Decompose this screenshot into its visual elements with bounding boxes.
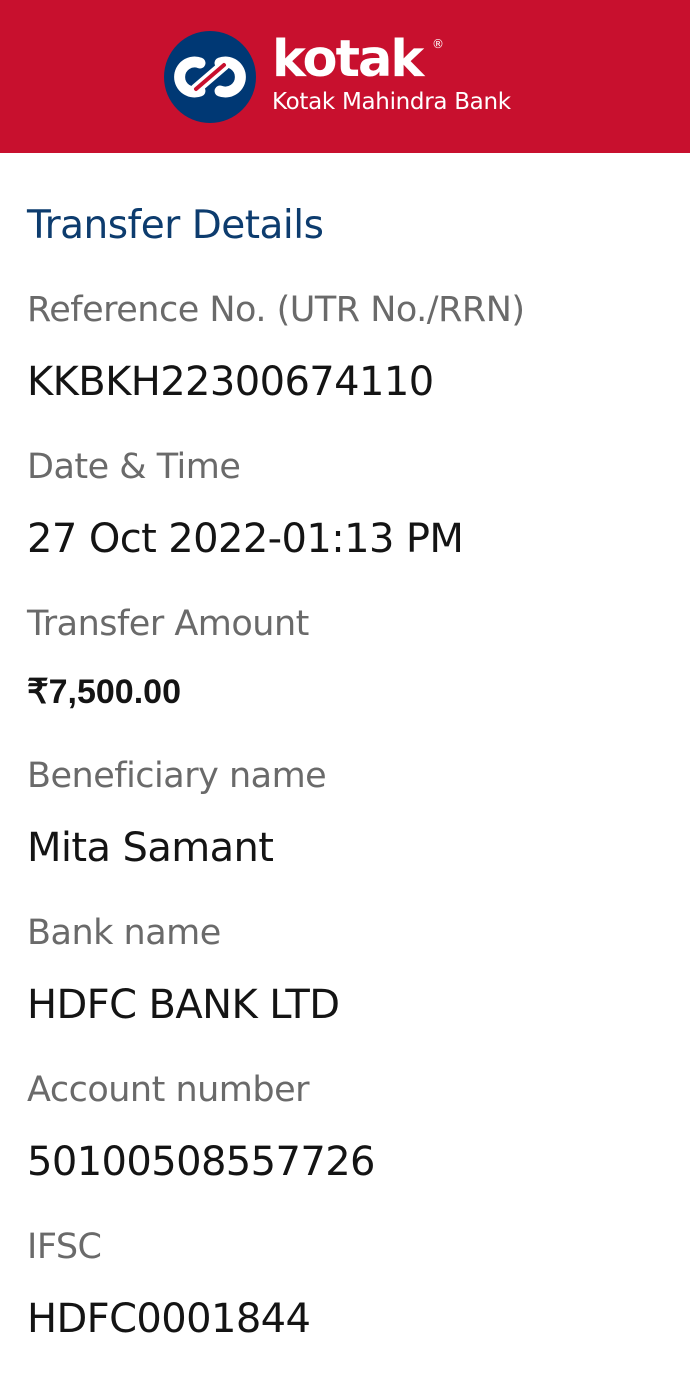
beneficiary-value: Mita Samant bbox=[27, 825, 274, 871]
datetime-value: 27 Oct 2022-01:13 PM bbox=[27, 516, 464, 562]
app-header: kotak ® Kotak Mahindra Bank bbox=[0, 0, 690, 153]
page-title: Transfer Details bbox=[27, 203, 324, 248]
reference-value: KKBKH22300674110 bbox=[27, 359, 434, 405]
ifsc-label: IFSC bbox=[27, 1227, 102, 1267]
brand-subtitle: Kotak Mahindra Bank bbox=[272, 89, 511, 115]
beneficiary-label: Beneficiary name bbox=[27, 756, 327, 796]
brand-name: kotak bbox=[272, 30, 424, 89]
bank-label: Bank name bbox=[27, 913, 221, 953]
reference-label: Reference No. (UTR No./RRN) bbox=[27, 290, 525, 330]
account-value: 50100508557726 bbox=[27, 1139, 375, 1185]
amount-label: Transfer Amount bbox=[27, 604, 309, 644]
ifsc-value: HDFC0001844 bbox=[27, 1296, 311, 1342]
datetime-label: Date & Time bbox=[27, 447, 241, 487]
account-label: Account number bbox=[27, 1070, 310, 1110]
registered-mark: ® bbox=[432, 37, 444, 51]
bank-value: HDFC BANK LTD bbox=[27, 982, 340, 1028]
amount-value: ₹7,500.00 bbox=[27, 673, 181, 711]
kotak-logo-icon bbox=[164, 31, 256, 123]
